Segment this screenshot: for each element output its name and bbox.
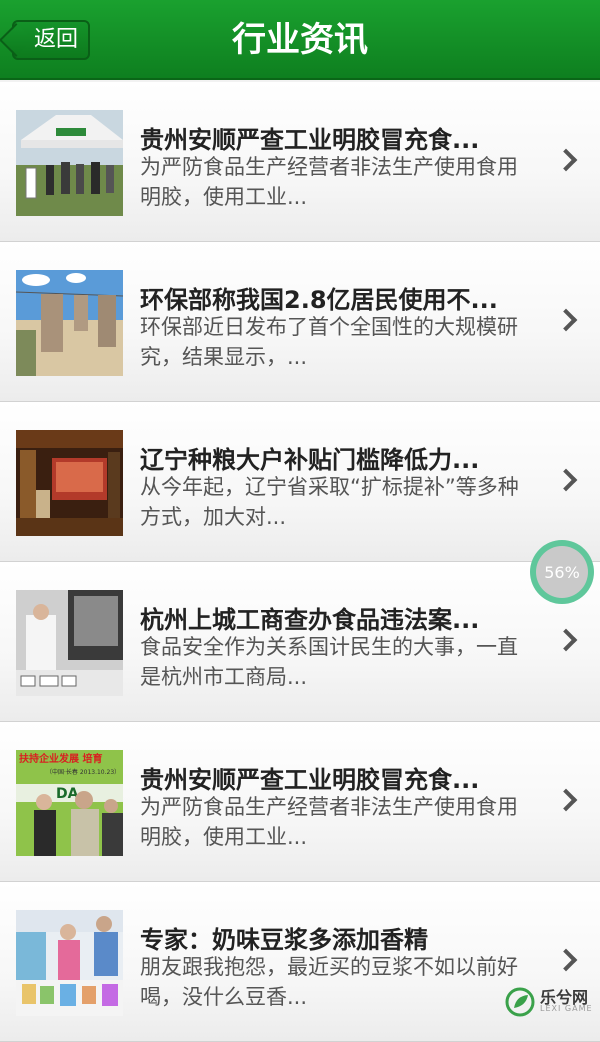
news-title: 贵州安顺严查工业明胶冒充食...	[140, 766, 480, 794]
watermark-subtext: LEXI GAME	[540, 1004, 593, 1013]
news-title: 辽宁种粮大户补贴门槛降低力...	[140, 446, 480, 474]
back-button[interactable]: 返回	[0, 20, 90, 60]
news-item[interactable]: 贵州安顺严查工业明胶冒充食... 为严防食品生产经营者非法生产使用食用明胶，使用…	[0, 82, 600, 242]
chevron-right-icon	[554, 308, 578, 332]
chevron-right-icon	[554, 948, 578, 972]
app-header: 行业资讯 返回	[0, 0, 600, 80]
watermark-logo: 乐兮网 LEXI GAME	[504, 982, 596, 1022]
news-summary: 为严防食品生产经营者非法生产使用食用明胶，使用工业...	[140, 155, 518, 209]
page-title: 行业资讯	[232, 20, 368, 60]
news-thumbnail	[16, 430, 123, 536]
news-list: 贵州安顺严查工业明胶冒充食... 为严防食品生产经营者非法生产使用食用明胶，使用…	[0, 82, 600, 1042]
news-summary: 朋友跟我抱怨，最近买的豆浆不如以前好喝，没什么豆香...	[140, 955, 518, 1009]
chevron-right-icon	[554, 148, 578, 172]
news-title: 环保部称我国2.8亿居民使用不...	[140, 286, 498, 314]
news-item[interactable]: 环保部称我国2.8亿居民使用不... 环保部近日发布了首个全国性的大规模研究，结…	[0, 242, 600, 402]
news-summary: 食品安全作为关系国计民生的大事，一直是杭州市工商局...	[140, 635, 518, 689]
news-item[interactable]: 杭州上城工商查办食品违法案... 食品安全作为关系国计民生的大事，一直是杭州市工…	[0, 562, 600, 722]
news-summary: 为严防食品生产经营者非法生产使用食用明胶，使用工业...	[140, 795, 518, 849]
news-thumbnail	[16, 270, 123, 376]
news-title: 贵州安顺严查工业明胶冒充食...	[140, 126, 480, 154]
progress-label: 56%	[536, 546, 588, 598]
news-summary: 从今年起，辽宁省采取“扩标提补”等多种方式，加大对...	[140, 475, 519, 529]
news-item[interactable]: 扶持企业发展 培育 （中国·长春 2013.10.23） DA 贵州安顺严查工业…	[0, 722, 600, 882]
chevron-right-icon	[554, 468, 578, 492]
back-button-label: 返回	[33, 27, 78, 52]
news-title: 专家：奶味豆浆多添加香精	[140, 926, 428, 954]
progress-indicator[interactable]: 56%	[530, 540, 594, 604]
news-thumbnail: 扶持企业发展 培育 （中国·长春 2013.10.23） DA	[16, 750, 123, 856]
news-thumbnail	[16, 110, 123, 216]
news-summary: 环保部近日发布了首个全国性的大规模研究，结果显示，...	[140, 315, 518, 369]
chevron-right-icon	[554, 788, 578, 812]
leaf-logo-icon	[505, 987, 535, 1017]
news-thumbnail	[16, 590, 123, 696]
news-item[interactable]: 辽宁种粮大户补贴门槛降低力... 从今年起，辽宁省采取“扩标提补”等多种方式，加…	[0, 402, 600, 562]
news-title: 杭州上城工商查办食品违法案...	[140, 606, 480, 634]
thumb-banner-date: （中国·长春 2013.10.23）	[46, 768, 120, 776]
news-thumbnail	[16, 910, 123, 1016]
thumb-banner-text: 扶持企业发展 培育	[19, 752, 102, 765]
chevron-right-icon	[554, 628, 578, 652]
